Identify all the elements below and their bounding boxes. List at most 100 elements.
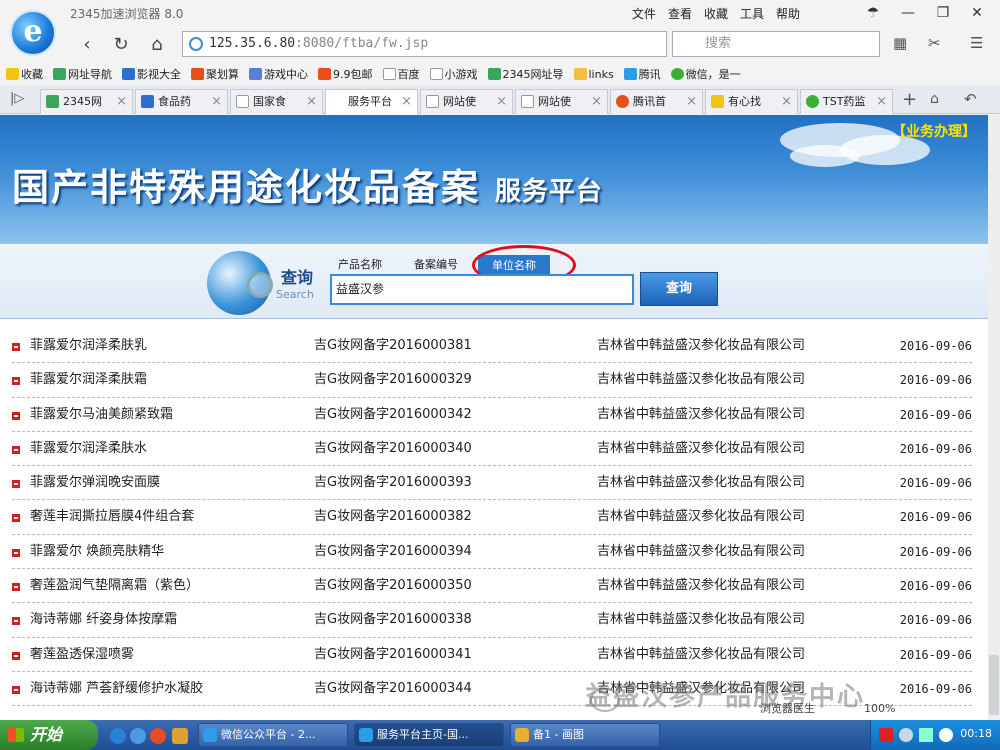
list-item[interactable]: 菲露爱尔润泽柔肤霜 吉G妆网备字2016000329 吉林省中韩益盛汉参化妆品有限公… <box>12 363 972 398</box>
refresh-button[interactable]: ↻ <box>108 32 134 58</box>
bookmark-99[interactable]: 9.9包邮 <box>318 66 373 82</box>
list-item[interactable]: 菲露爱尔马油美颜紧致霜 吉G妆网备字2016000342 吉林省中韩益盛汉参化妆品有… <box>12 398 972 432</box>
tab-filing-number[interactable]: 备案编号 <box>414 256 458 272</box>
task-service-platform[interactable]: 服务平台主页-国... <box>354 723 504 747</box>
clock[interactable]: 00:18 <box>960 727 992 740</box>
skin-icon[interactable]: ☂ <box>858 2 888 24</box>
browser-logo-icon: e <box>10 10 56 56</box>
close-button[interactable]: ✕ <box>962 2 992 24</box>
ie-icon[interactable] <box>110 728 126 744</box>
start-button[interactable]: 开始 <box>0 720 98 750</box>
site-icon <box>487 68 501 80</box>
network-icon[interactable] <box>919 728 933 742</box>
menu-file[interactable]: 文件 <box>632 5 656 22</box>
new-tab-button[interactable]: + <box>902 89 917 110</box>
page-scrollbar[interactable] <box>988 115 1000 720</box>
list-item[interactable]: 菲露爱尔润泽柔肤乳 吉G妆网备字2016000381 吉林省中韩益盛汉参化妆品有限公… <box>12 329 972 364</box>
search-box[interactable]: 搜索 <box>672 31 880 57</box>
chrome-icon[interactable] <box>150 728 166 744</box>
menu-help[interactable]: 帮助 <box>776 5 800 22</box>
tab-2345[interactable]: 2345网 × <box>40 89 133 114</box>
search-panel: 查询 Search 产品名称 备案编号 单位名称 益盛汉参 查询 <box>0 243 988 319</box>
tab-close-icon[interactable]: × <box>781 90 792 113</box>
system-tray: 00:18 <box>870 720 1000 750</box>
menu-tools[interactable]: 工具 <box>740 5 764 22</box>
tab-close-icon[interactable]: × <box>496 90 507 113</box>
tab-close-icon[interactable]: × <box>116 90 127 113</box>
security-icon[interactable] <box>939 728 953 742</box>
undo-close-icon[interactable]: ↶ <box>964 90 977 108</box>
bullet-icon <box>12 583 20 592</box>
tab-close-icon[interactable]: × <box>306 90 317 113</box>
tab-national[interactable]: 国家食 × <box>230 89 323 114</box>
page-icon <box>426 95 439 108</box>
list-item[interactable]: 菲露爱尔润泽柔肤水 吉G妆网备字2016000340 吉林省中韩益盛汉参化妆品有限公… <box>12 432 972 467</box>
address-row: ‹ ↻ ⌂ 125.35.6.80:8080/ftba/fw.jsp 搜索 ▦ … <box>0 28 1000 62</box>
tab-close-icon[interactable]: × <box>401 90 412 113</box>
bullet-icon <box>12 480 20 489</box>
search-placeholder: 搜索 <box>705 36 732 51</box>
taskbar: 开始 微信公众平台 - 2... 服务平台主页-国... 备1 - 画图 00:… <box>0 720 1000 750</box>
tab-tencent[interactable]: 腾讯首 × <box>610 89 703 114</box>
bookmark-baidu[interactable]: 百度 <box>382 66 420 82</box>
task-wechat-platform[interactable]: 微信公众平台 - 2... <box>198 723 348 747</box>
minimize-button[interactable]: — <box>893 2 923 24</box>
tab-close-icon[interactable]: × <box>686 90 697 113</box>
list-item[interactable]: 奢莲丰润撕拉唇膜4件组合套 吉G妆网备字2016000382 吉林省中韩益盛汉参化妆… <box>12 500 972 535</box>
bookmark-games[interactable]: 游戏中心 <box>249 66 308 82</box>
bookmark-nav[interactable]: 网址导航 <box>53 66 112 82</box>
home-button[interactable]: ⌂ <box>144 32 170 58</box>
list-item[interactable]: 菲露爱尔 焕颜亮肤精华 吉G妆网备字2016000394 吉林省中韩益盛汉参化妆品有… <box>12 535 972 570</box>
list-item[interactable]: 菲露爱尔弹润晚安面膜 吉G妆网备字2016000393 吉林省中韩益盛汉参化妆品有限… <box>12 466 972 501</box>
menu-favorites[interactable]: 收藏 <box>704 5 728 22</box>
tab-close-icon[interactable]: × <box>876 90 887 113</box>
bookmark-video[interactable]: 影视大全 <box>122 66 181 82</box>
bookmark-juhuasuan[interactable]: 聚划算 <box>191 66 239 82</box>
tab-service-platform[interactable]: 服务平台 × <box>325 89 418 115</box>
address-path: :8080/ftba/fw.jsp <box>295 36 429 51</box>
tab-close-icon[interactable]: × <box>591 90 602 113</box>
task-paint[interactable]: 备1 - 画图 <box>510 723 660 747</box>
zoom-level[interactable]: 100% <box>864 702 895 715</box>
tray-app-icon[interactable] <box>879 728 893 742</box>
tab-food[interactable]: 食品药 × <box>135 89 228 114</box>
browser-icon[interactable] <box>130 728 146 744</box>
apps-grid-icon[interactable]: ▦ <box>893 34 907 52</box>
scrollbar-thumb[interactable] <box>989 655 999 715</box>
list-item[interactable]: 海诗蒂娜 纤姿身体按摩霜 吉G妆网备字2016000338 吉林省中韩益盛汉参化妆品… <box>12 603 972 638</box>
volume-icon[interactable] <box>899 728 913 742</box>
tab-close-icon[interactable]: × <box>211 90 222 113</box>
back-button[interactable]: ‹ <box>74 32 100 58</box>
maximize-button[interactable]: ❐ <box>928 2 958 24</box>
menu-view[interactable]: 查看 <box>668 5 692 22</box>
sidebar-toggle-icon[interactable]: |▷ <box>10 91 24 106</box>
query-input[interactable]: 益盛汉参 <box>330 274 634 305</box>
tab-youxin[interactable]: 有心找 × <box>705 89 798 114</box>
address-bar[interactable]: 125.35.6.80:8080/ftba/fw.jsp <box>182 31 667 57</box>
site-icon <box>46 95 59 108</box>
query-button[interactable]: 查询 <box>640 272 718 306</box>
bookmark-2345[interactable]: 2345网址导 <box>487 66 564 82</box>
browser-doctor[interactable]: 浏览器医生 <box>760 702 815 715</box>
menu-icon[interactable]: ☰ <box>970 34 983 52</box>
bookmark-minigames[interactable]: 小游戏 <box>429 66 478 82</box>
cut-tool-icon[interactable]: ✂ <box>928 34 941 52</box>
tab-site-use-2[interactable]: 网站使 × <box>515 89 608 114</box>
tab-product-name[interactable]: 产品名称 <box>338 256 382 272</box>
bookmark-wechat[interactable]: 微信，是一 <box>670 66 741 82</box>
page-icon <box>236 95 249 108</box>
shop-icon <box>191 68 204 80</box>
folder-icon[interactable] <box>172 728 188 744</box>
business-link[interactable]: 【业务办理】 <box>892 121 976 141</box>
bookmark-favorites[interactable]: 收藏 <box>6 66 43 82</box>
tab-tst[interactable]: TST药监 × <box>800 89 893 114</box>
restore-tab-icon[interactable]: ⌂ <box>930 91 939 107</box>
folder-icon <box>573 68 587 80</box>
bookmark-links[interactable]: links <box>573 68 614 81</box>
bullet-icon <box>12 617 20 626</box>
site-icon <box>53 68 66 80</box>
list-item[interactable]: 奢莲盈透保湿喷雾 吉G妆网备字2016000341 吉林省中韩益盛汉参化妆品有限公司… <box>12 638 972 672</box>
bookmark-tencent[interactable]: 腾讯 <box>623 66 661 82</box>
list-item[interactable]: 奢莲盈润气垫隔离霜（紫色） 吉G妆网备字2016000350 吉林省中韩益盛汉参化妆… <box>12 569 972 604</box>
tab-site-use-1[interactable]: 网站使 × <box>420 89 513 114</box>
